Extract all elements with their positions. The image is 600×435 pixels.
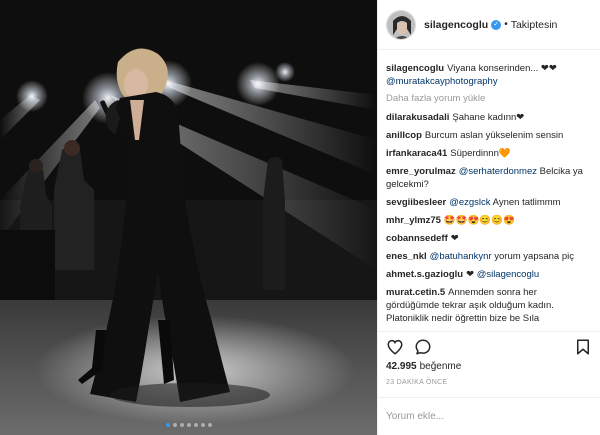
instagram-post: silagencoglu ✓ • Takiptesin silagencoglu… (0, 0, 600, 435)
comment-mention[interactable]: @serhaterdonmez (459, 166, 537, 177)
carousel-dot[interactable] (172, 423, 177, 427)
comment-username[interactable]: irfankaraca41 (386, 148, 447, 159)
carousel-dot[interactable] (179, 423, 184, 427)
comment-mention[interactable]: @batuhankynr (430, 251, 492, 262)
comment-mention[interactable]: @silagencoglu (477, 269, 539, 280)
concert-photo-illustration (0, 0, 377, 435)
post-side-panel: silagencoglu ✓ • Takiptesin silagencoglu… (377, 0, 600, 435)
action-bar (378, 331, 600, 361)
comment-text: 🤩🤩😍😊😊😍 (443, 215, 515, 226)
likes-label: beğenme (419, 361, 462, 372)
comment-username[interactable]: enes_nkl (386, 251, 427, 262)
carousel-dot[interactable] (165, 423, 170, 427)
comment-text: Şahane kadınn❤ (452, 112, 525, 123)
comment-text: Süperdinnn🧡 (450, 148, 511, 159)
post-header: silagencoglu ✓ • Takiptesin (378, 0, 600, 50)
bookmark-icon[interactable] (574, 338, 592, 356)
comment-text: ❤ (466, 269, 475, 280)
list-item: anillcop Burcum aslan yükselenim sensin (386, 129, 592, 142)
carousel-dot[interactable] (200, 423, 205, 427)
list-item: dilarakusadali Şahane kadınn❤ (386, 111, 592, 124)
comment-input[interactable] (386, 411, 592, 422)
list-item: mhr_ylmz75 🤩🤩😍😊😊😍 (386, 214, 592, 227)
list-item: irfankaraca41 Süperdinnn🧡 (386, 147, 592, 160)
list-item: murat.cetin.5 Annemden sonra her gördüğüm… (386, 286, 592, 325)
list-item: cobannsedeff ❤ (386, 232, 592, 245)
list-item: enes_nkl @batuhankynr yorum yapsana piç (386, 250, 592, 263)
comment-username[interactable]: murat.cetin.5 (386, 287, 445, 298)
carousel-dot[interactable] (186, 423, 191, 427)
comments-list: silagencoglu Viyana konserinden... ❤❤ @mu… (378, 50, 600, 331)
post-photo[interactable] (0, 0, 377, 435)
comment-username[interactable]: ahmet.s.gazioglu (386, 269, 463, 280)
post-timestamp[interactable]: 23 DAKİKA ÖNCE (378, 375, 600, 397)
list-item: emre_yorulmaz @serhaterdonmez Belcika ya … (386, 165, 592, 191)
heart-icon[interactable] (386, 338, 404, 356)
avatar[interactable] (386, 9, 416, 40)
comment-username[interactable]: cobannsedeff (386, 233, 448, 244)
avatar-image (387, 10, 415, 39)
list-item: ahmet.s.gazioglu ❤ @silagencoglu (386, 268, 592, 281)
likes-count[interactable]: 42.995 beğenme (378, 361, 600, 375)
comment-icon[interactable] (414, 338, 432, 356)
comment-mention[interactable]: @ezgslck (449, 197, 490, 208)
comment-text: ❤ (450, 233, 459, 244)
header-username[interactable]: silagencoglu (424, 19, 488, 31)
comment-text: yorum yapsana piç (494, 251, 574, 262)
comment-text: Aynen tatlimmm (492, 197, 561, 208)
carousel-dot[interactable] (193, 423, 198, 427)
comment-username[interactable]: sevgiibesleer (386, 197, 446, 208)
caption: silagencoglu Viyana konserinden... ❤❤ @mu… (386, 62, 592, 88)
comment-username[interactable]: dilarakusadali (386, 112, 449, 123)
likes-number: 42.995 (386, 361, 417, 372)
list-item: sevgiibesleer @ezgslck Aynen tatlimmm (386, 196, 592, 209)
comment-text: Viyana konserinden... ❤❤ (447, 63, 557, 74)
add-comment-bar (378, 397, 600, 435)
comment-username[interactable]: mhr_ylmz75 (386, 215, 441, 226)
follow-status[interactable]: Takiptesin (511, 19, 558, 31)
comment-username[interactable]: emre_yorulmaz (386, 166, 456, 177)
comment-mention[interactable]: @muratakcayphotography (386, 76, 498, 87)
separator-dot: • (504, 19, 508, 30)
carousel-indicator (0, 423, 377, 427)
load-more-comments-link[interactable]: Daha fazla yorum yükle (386, 93, 592, 104)
comment-username[interactable]: anillcop (386, 130, 422, 141)
comment-username[interactable]: silagencoglu (386, 63, 444, 74)
carousel-dot[interactable] (207, 423, 212, 427)
verified-icon: ✓ (491, 19, 502, 30)
comment-text: Burcum aslan yükselenim sensin (424, 130, 564, 141)
